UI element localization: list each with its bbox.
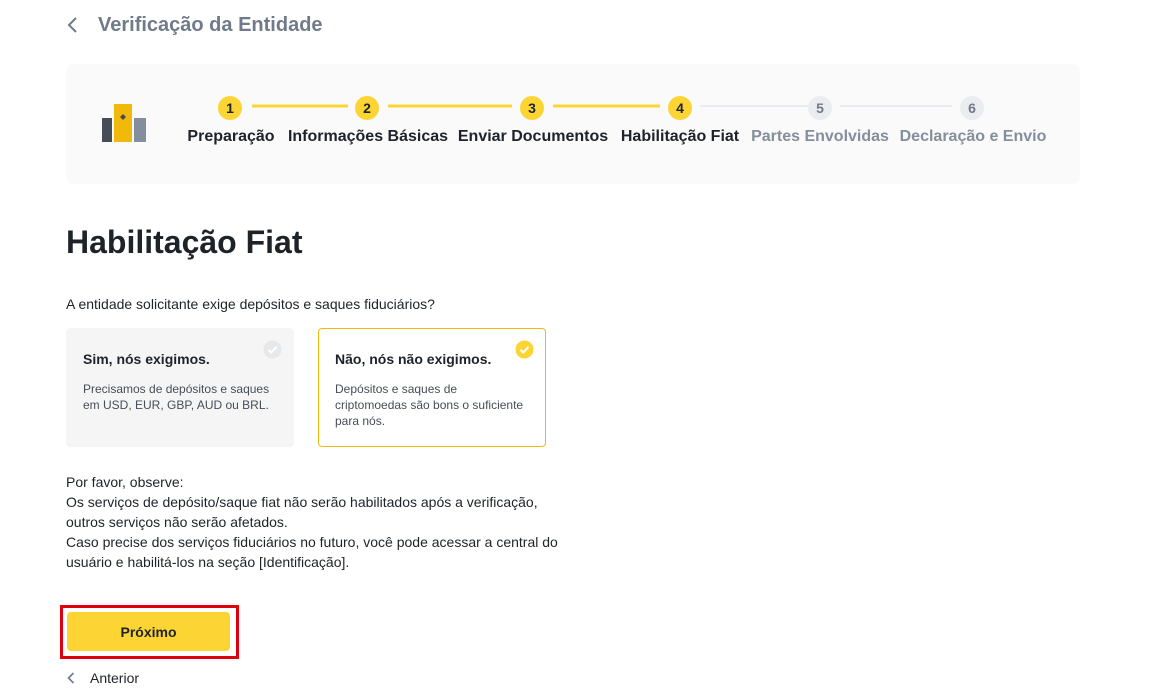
step-2-label: Informações Básicas (287, 128, 449, 145)
step-4-number: 4 (668, 96, 692, 120)
notice-line-1: Os serviços de depósito/saque fiat não s… (66, 494, 538, 530)
chevron-left-icon[interactable] (66, 14, 88, 36)
page-header-title: Verificação da Entidade (98, 13, 323, 36)
stepper-progress (252, 104, 952, 108)
step-1-label: Preparação (187, 128, 275, 145)
option-description: Depósitos e saques de criptomoedas são b… (335, 382, 524, 428)
step-3-number: 3 (520, 96, 544, 120)
step-1-number: 1 (218, 96, 242, 120)
previous-label: Anterior (90, 670, 140, 686)
previous-link[interactable]: Anterior (66, 668, 139, 688)
step-2-number: 2 (355, 96, 379, 120)
notice-line-2: Caso precise dos serviços fiduciários no… (66, 534, 558, 570)
notice-text: Por favor, observe: Os serviços de depós… (66, 472, 566, 572)
notice-heading: Por favor, observe: (66, 474, 184, 490)
option-title: Sim, nós exigimos. (83, 351, 210, 367)
step-5-label: Partes Envolvidas (751, 128, 889, 145)
option-description: Precisamos de depósitos e saques em USD,… (83, 382, 270, 412)
option-no-require-fiat[interactable]: Não, nós não exigimos. Depósitos e saque… (318, 328, 546, 447)
step-3-label: Enviar Documentos (457, 128, 609, 145)
stepper-card: 1 2 3 4 5 6 Preparação Informações Básic… (66, 64, 1080, 184)
chevron-left-icon (66, 670, 82, 686)
page-header: Verificação da Entidade (66, 10, 323, 40)
next-button[interactable]: Próximo (67, 612, 230, 651)
option-title: Não, nós não exigimos. (335, 351, 492, 367)
check-circle-icon (515, 340, 534, 359)
check-circle-icon (263, 340, 282, 359)
fiat-question: A entidade solicitante exige depósitos e… (66, 296, 435, 312)
step-4-label: Habilitação Fiat (620, 128, 740, 145)
step-5-number: 5 (808, 96, 832, 120)
option-yes-require-fiat[interactable]: Sim, nós exigimos. Precisamos de depósit… (66, 328, 294, 447)
step-6-number: 6 (960, 96, 984, 120)
step-6-label: Declaração e Envio (899, 128, 1047, 145)
page-title: Habilitação Fiat (66, 224, 303, 260)
